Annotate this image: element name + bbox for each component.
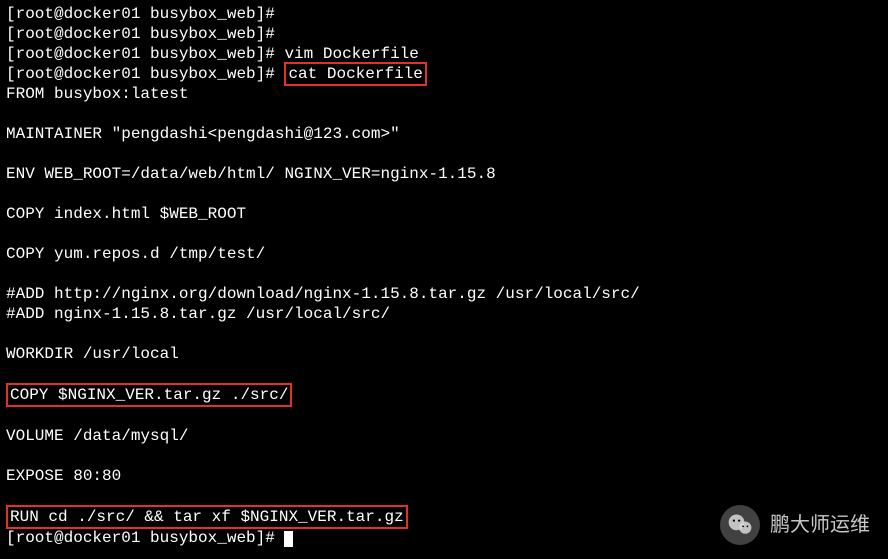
- prompt: [root@docker01 busybox_web]#: [6, 5, 284, 23]
- prompt-line[interactable]: [root@docker01 busybox_web]# vim Dockerf…: [6, 44, 882, 64]
- prompt: [root@docker01 busybox_web]#: [6, 25, 284, 43]
- file-line: ENV WEB_ROOT=/data/web/html/ NGINX_VER=n…: [6, 164, 882, 184]
- file-line: FROM busybox:latest: [6, 84, 882, 104]
- wechat-icon: [726, 511, 754, 539]
- file-line: [6, 486, 882, 506]
- prompt-line[interactable]: [root@docker01 busybox_web]# cat Dockerf…: [6, 64, 882, 84]
- file-line: [6, 324, 882, 344]
- file-line: MAINTAINER "pengdashi<pengdashi@123.com>…: [6, 124, 882, 144]
- prompt: [root@docker01 busybox_web]#: [6, 65, 284, 83]
- file-line: #ADD http://nginx.org/download/nginx-1.1…: [6, 284, 882, 304]
- prompt: [root@docker01 busybox_web]#: [6, 45, 284, 63]
- file-line: [6, 264, 882, 284]
- cursor[interactable]: [284, 531, 293, 547]
- file-line: #ADD nginx-1.15.8.tar.gz /usr/local/src/: [6, 304, 882, 324]
- file-line: [6, 184, 882, 204]
- file-line: [6, 406, 882, 426]
- command-highlighted: cat Dockerfile: [284, 62, 426, 86]
- file-line: WORKDIR /usr/local: [6, 344, 882, 364]
- file-line: COPY index.html $WEB_ROOT: [6, 204, 882, 224]
- prompt-line[interactable]: [root@docker01 busybox_web]#: [6, 4, 882, 24]
- file-line: COPY yum.repos.d /tmp/test/: [6, 244, 882, 264]
- file-line: [6, 364, 882, 384]
- file-line: VOLUME /data/mysql/: [6, 426, 882, 446]
- file-line: [6, 224, 882, 244]
- file-line: [6, 144, 882, 164]
- file-line: EXPOSE 80:80: [6, 466, 882, 486]
- file-line-highlighted: COPY $NGINX_VER.tar.gz ./src/: [6, 384, 882, 406]
- file-line: [6, 104, 882, 124]
- watermark-text: 鹏大师运维: [770, 513, 870, 538]
- watermark-icon: [720, 505, 760, 545]
- file-line: [6, 446, 882, 466]
- terminal-output: [root@docker01 busybox_web]# [root@docke…: [6, 4, 882, 548]
- prompt-line[interactable]: [root@docker01 busybox_web]#: [6, 24, 882, 44]
- prompt: [root@docker01 busybox_web]#: [6, 529, 284, 547]
- command: vim Dockerfile: [284, 45, 418, 63]
- watermark: 鹏大师运维: [720, 505, 870, 545]
